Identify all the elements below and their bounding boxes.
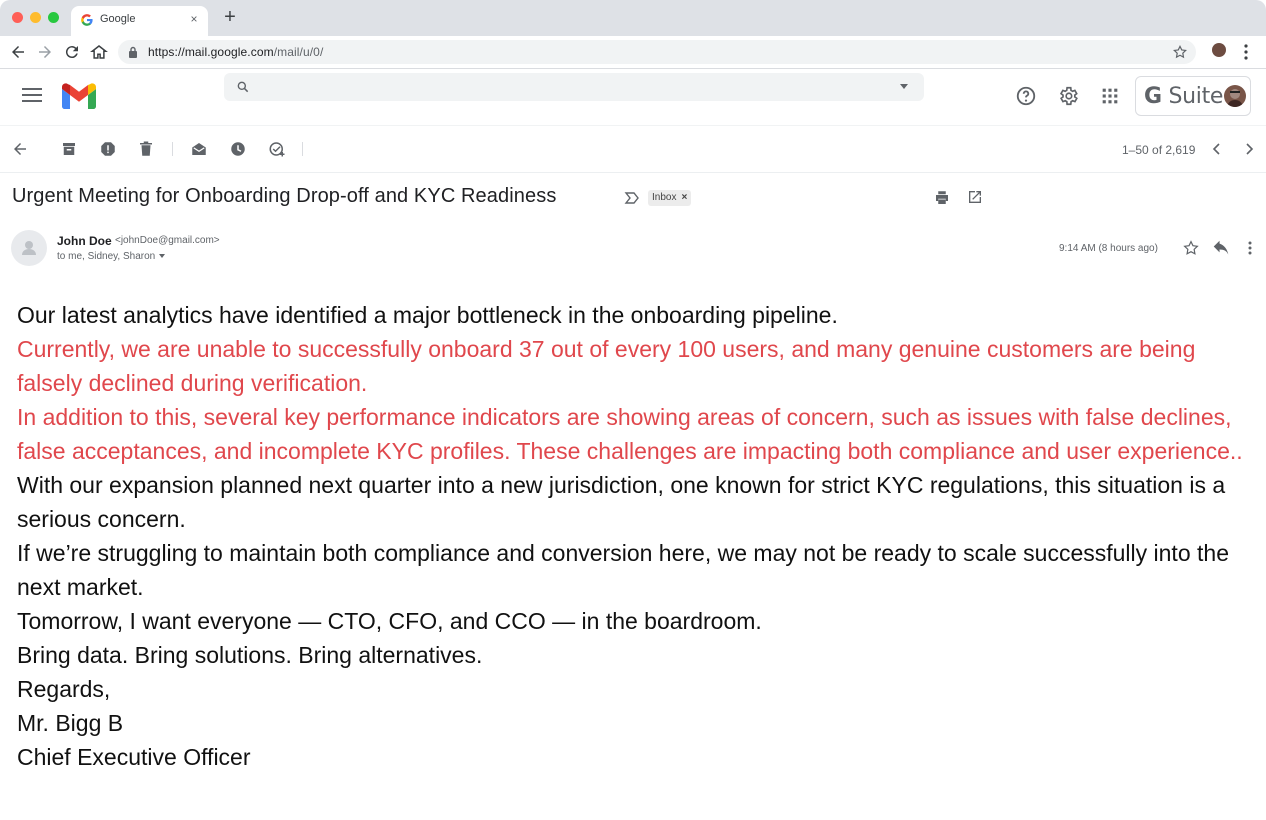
- recipients-caret-icon: [159, 254, 166, 259]
- toolbar-divider: [302, 142, 303, 156]
- star-icon[interactable]: [1182, 239, 1200, 257]
- body-paragraph-highlight: Currently, we are unable to successfully…: [17, 336, 1196, 396]
- recipients-text: to me, Sidney, Sharon: [57, 251, 156, 262]
- mark-unread-icon[interactable]: [190, 140, 208, 158]
- reload-icon[interactable]: [63, 43, 81, 61]
- archive-icon[interactable]: [60, 140, 78, 158]
- tab-title: Google: [100, 13, 136, 25]
- gmail-header: G Suite: [0, 69, 1266, 126]
- gmail-logo[interactable]: [62, 83, 96, 109]
- body-paragraph-highlight: In addition to this, several key perform…: [17, 404, 1243, 464]
- body-paragraph: With our expansion planned next quarter …: [17, 472, 1226, 532]
- gsuite-g: G: [1144, 84, 1162, 109]
- reply-icon[interactable]: [1212, 240, 1230, 256]
- forward-icon[interactable]: [36, 43, 54, 61]
- url-path: /mail/u/0/: [273, 45, 324, 59]
- signoff: Regards,: [17, 676, 111, 702]
- new-tab-button[interactable]: +: [221, 6, 239, 28]
- remove-label-icon[interactable]: ×: [681, 192, 687, 203]
- search-input[interactable]: [264, 77, 868, 99]
- url-text[interactable]: https://mail.google.com/mail/u/0/: [148, 45, 323, 59]
- lock-icon[interactable]: [128, 46, 138, 58]
- maximize-window-button[interactable]: [48, 12, 59, 23]
- gear-icon[interactable]: [1057, 85, 1079, 107]
- browser-profile-avatar[interactable]: [1212, 43, 1226, 57]
- minimize-window-button[interactable]: [30, 12, 41, 23]
- tab-close-icon[interactable]: ×: [187, 11, 201, 27]
- url-host: https://mail.google.com: [148, 45, 274, 59]
- more-vert-icon[interactable]: [1244, 240, 1256, 256]
- search-icon[interactable]: [236, 80, 250, 94]
- back-arrow-icon[interactable]: [11, 140, 29, 158]
- sender-name[interactable]: John Doe: [57, 234, 112, 248]
- inbox-label-chip[interactable]: Inbox ×: [648, 190, 692, 206]
- sender-avatar[interactable]: [11, 230, 47, 266]
- label-text: Inbox: [652, 192, 677, 203]
- gsuite-account-button[interactable]: G Suite: [1135, 76, 1251, 116]
- gsuite-label: Suite: [1168, 84, 1224, 109]
- body-paragraph: If we’re struggling to maintain both com…: [17, 540, 1229, 600]
- signature-name: Mr. Bigg B: [17, 710, 124, 736]
- home-icon[interactable]: [90, 43, 108, 61]
- body-paragraph: Bring data. Bring solutions. Bring alter…: [17, 642, 483, 668]
- address-bar[interactable]: https://mail.google.com/mail/u/0/: [118, 40, 1196, 64]
- body-paragraph: Tomorrow, I want everyone — CTO, CFO, an…: [17, 608, 762, 634]
- tab-strip: Google × +: [0, 0, 1266, 36]
- browser-tab[interactable]: Google ×: [71, 6, 208, 36]
- close-window-button[interactable]: [12, 12, 23, 23]
- snooze-icon[interactable]: [229, 140, 247, 158]
- print-icon[interactable]: [933, 189, 951, 207]
- help-icon[interactable]: [1015, 85, 1037, 107]
- gsuite-logo-text: G Suite: [1144, 84, 1223, 109]
- recipients-toggle[interactable]: to me, Sidney, Sharon: [57, 251, 166, 262]
- signature-title: Chief Executive Officer: [17, 744, 251, 770]
- email-subject: Urgent Meeting for Onboarding Drop-off a…: [12, 185, 557, 207]
- pagination-count: 1–50 of 2,619: [1122, 143, 1196, 157]
- toolbar-divider: [172, 142, 173, 156]
- message-body: Our latest analytics have identified a m…: [17, 298, 1247, 774]
- mail-toolbar: 1–50 of 2,619: [0, 126, 1266, 173]
- back-icon[interactable]: [9, 43, 27, 61]
- account-avatar[interactable]: [1224, 85, 1246, 107]
- body-paragraph: Our latest analytics have identified a m…: [17, 302, 838, 328]
- menu-icon[interactable]: [22, 87, 42, 103]
- chevron-left-icon[interactable]: [1210, 141, 1224, 157]
- open-new-window-icon[interactable]: [967, 189, 983, 205]
- search-bar[interactable]: [224, 73, 924, 101]
- google-favicon-icon: [81, 14, 93, 26]
- chevron-right-icon[interactable]: [1242, 141, 1256, 157]
- default-avatar-icon: [22, 241, 36, 255]
- important-icon[interactable]: [624, 191, 640, 205]
- browser-toolbar: https://mail.google.com/mail/u/0/: [0, 36, 1266, 69]
- browser-window: Google × + https://mail.google.com/mail/…: [0, 0, 1266, 820]
- message-time: 9:14 AM (8 hours ago): [1059, 243, 1158, 254]
- search-options-caret-icon[interactable]: [900, 84, 908, 90]
- browser-more-vert-icon[interactable]: [1240, 43, 1252, 61]
- sender-email: <johnDoe@gmail.com>: [115, 235, 220, 246]
- apps-icon[interactable]: [1099, 85, 1121, 107]
- report-spam-icon[interactable]: [99, 140, 117, 158]
- add-task-icon[interactable]: [268, 140, 286, 158]
- bookmark-star-icon[interactable]: [1172, 44, 1188, 60]
- delete-icon[interactable]: [137, 140, 155, 158]
- avatar-portrait-icon: [1227, 89, 1243, 107]
